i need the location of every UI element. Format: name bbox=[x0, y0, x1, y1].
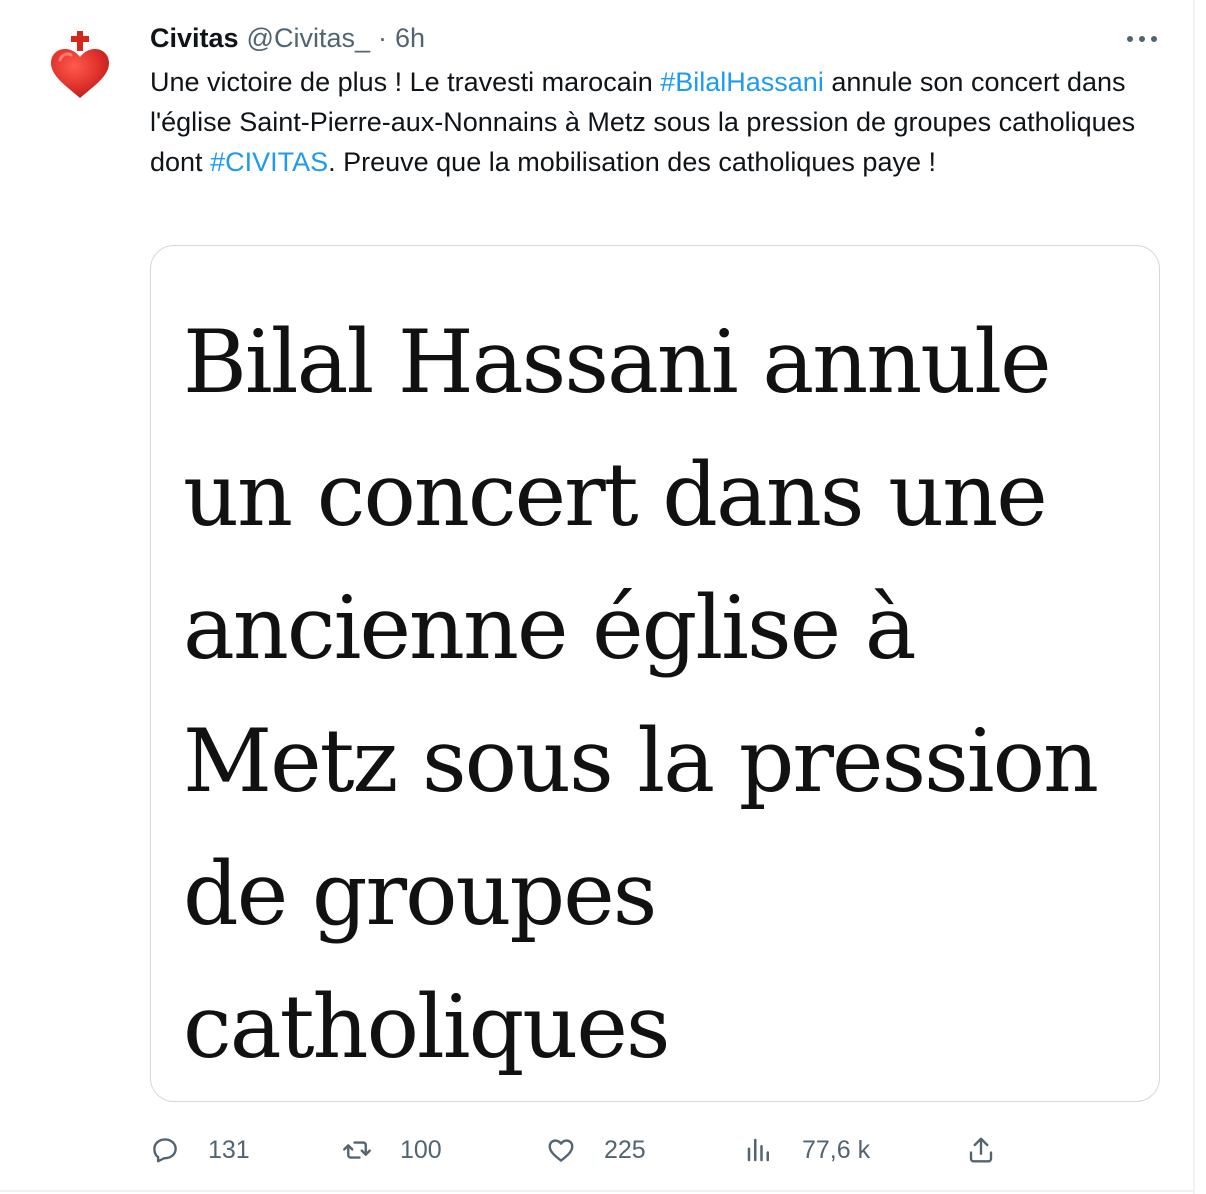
headline-line: Bilal Hassani annule bbox=[183, 311, 1052, 413]
like-count: 225 bbox=[604, 1135, 646, 1164]
like-button[interactable]: 225 bbox=[546, 1128, 646, 1172]
heart-icon bbox=[548, 1139, 574, 1162]
tweet-media-image[interactable]: Bilal Hassani annule un concert dans une… bbox=[150, 245, 1160, 1102]
separator-dot: · bbox=[378, 23, 387, 53]
headline-line: catholiques bbox=[183, 976, 670, 1078]
headline-line: Metz sous la pression bbox=[183, 710, 1099, 812]
tweet-action-bar: 131 100 225 77,6 k bbox=[150, 1128, 1030, 1172]
more-dots-icon bbox=[1127, 36, 1157, 42]
avatar[interactable] bbox=[40, 22, 120, 102]
hashtag-link[interactable]: #CIVITAS bbox=[210, 147, 328, 177]
tweet-header: Civitas @Civitas_ · 6h bbox=[150, 20, 425, 56]
tweet-text: Une victoire de plus ! Le travesti maroc… bbox=[150, 62, 1160, 182]
views-icon bbox=[747, 1138, 769, 1162]
headline-line: ancienne église à bbox=[183, 577, 917, 679]
retweet-count: 100 bbox=[400, 1135, 442, 1164]
retweet-icon bbox=[343, 1141, 371, 1159]
headline-line: de groupes bbox=[183, 843, 657, 945]
reply-count: 131 bbox=[208, 1135, 250, 1164]
views-button[interactable]: 77,6 k bbox=[744, 1128, 870, 1172]
hashtag-link[interactable]: #BilalHassani bbox=[660, 67, 824, 97]
views-count: 77,6 k bbox=[802, 1135, 871, 1164]
reply-button[interactable]: 131 bbox=[150, 1128, 250, 1172]
tweet-divider bbox=[0, 1190, 1193, 1192]
author-handle[interactable]: @Civitas_ bbox=[247, 20, 370, 56]
reply-icon bbox=[153, 1138, 177, 1163]
timestamp[interactable]: 6h bbox=[395, 20, 425, 56]
share-icon bbox=[969, 1137, 993, 1163]
tweet-text-part: . Preuve que la mobilisation des catholi… bbox=[328, 147, 936, 177]
timeline-divider bbox=[1193, 0, 1195, 1194]
more-options-button[interactable] bbox=[1122, 24, 1162, 54]
tweet-text-part: Une victoire de plus ! Le travesti maroc… bbox=[150, 67, 661, 97]
author-name[interactable]: Civitas bbox=[150, 20, 239, 56]
share-button[interactable] bbox=[966, 1128, 996, 1172]
headline-line: un concert dans une bbox=[183, 444, 1048, 546]
sacred-heart-icon bbox=[51, 31, 109, 98]
media-headline: Bilal Hassani annule un concert dans une… bbox=[183, 296, 1143, 1094]
retweet-button[interactable]: 100 bbox=[342, 1128, 442, 1172]
